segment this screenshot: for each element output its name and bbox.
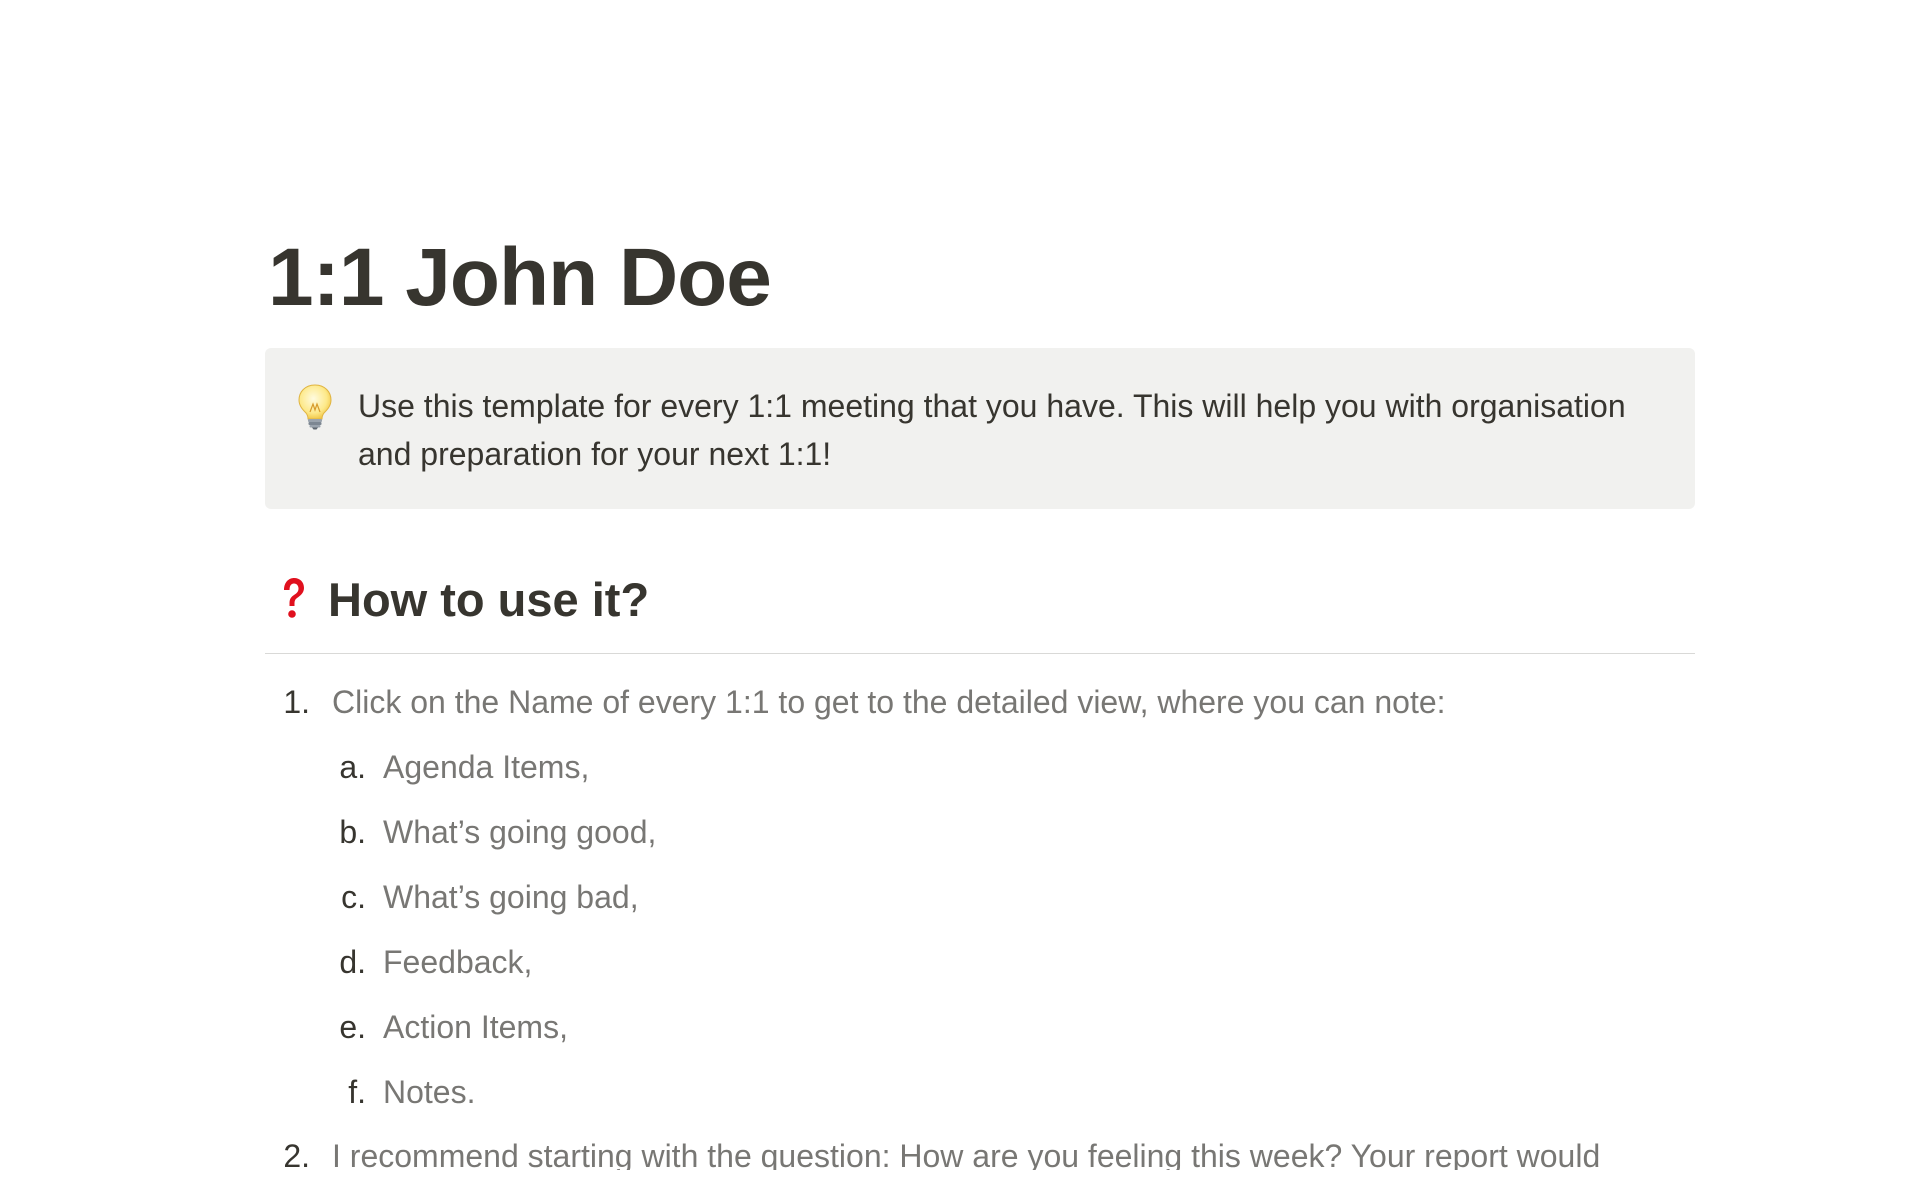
callout-block[interactable]: Use this template for every 1:1 meeting …	[265, 348, 1695, 509]
list-marker: 2.	[283, 1138, 310, 1170]
sub-list-item[interactable]: e. Action Items,	[328, 1005, 1688, 1049]
callout-text-line-2: and preparation for your next 1:1!	[358, 436, 832, 472]
sub-list-marker: d.	[339, 944, 366, 980]
sub-list-item[interactable]: b. What’s going good,	[328, 810, 1688, 854]
list-item-text: Click on the Name of every 1:1 to get to…	[332, 684, 1446, 720]
sub-list-item[interactable]: a. Agenda Items,	[328, 745, 1688, 789]
sub-list-marker: c.	[341, 879, 366, 915]
sub-list-marker: a.	[339, 749, 366, 785]
list-item[interactable]: 2. I recommend starting with the questio…	[272, 1134, 1692, 1170]
notion-page: 1:1 John Doe Use this template for every…	[0, 0, 1920, 1200]
sub-list-item-text: Agenda Items,	[383, 749, 590, 785]
section-heading: How to use it?	[328, 573, 650, 626]
sub-list-item[interactable]: c. What’s going bad,	[328, 875, 1688, 919]
sub-list-marker: e.	[339, 1009, 366, 1045]
section-heading-block[interactable]: How to use it?	[265, 572, 1695, 654]
red-question-mark-icon	[279, 574, 307, 622]
lightbulb-icon[interactable]	[295, 382, 335, 430]
list-item-text: I recommend starting with the question: …	[332, 1138, 1601, 1170]
sub-list-item-text: What’s going bad,	[383, 879, 639, 915]
sub-list-marker: f.	[348, 1074, 366, 1110]
callout-text-line-1: Use this template for every 1:1 meeting …	[358, 388, 1626, 424]
callout-text[interactable]: Use this template for every 1:1 meeting …	[358, 382, 1668, 478]
sub-list-item-text: Action Items,	[383, 1009, 568, 1045]
sub-list-marker: b.	[339, 814, 366, 850]
sub-list-item-text: What’s going good,	[383, 814, 657, 850]
list-item[interactable]: 1. Click on the Name of every 1:1 to get…	[272, 680, 1692, 724]
sub-list-item[interactable]: f. Notes.	[328, 1070, 1688, 1114]
sub-list-item-text: Feedback,	[383, 944, 533, 980]
sub-list-item[interactable]: d. Feedback,	[328, 940, 1688, 984]
sub-list-item-text: Notes.	[383, 1074, 476, 1110]
page-title[interactable]: 1:1 John Doe	[268, 228, 772, 328]
list-marker: 1.	[283, 684, 310, 720]
